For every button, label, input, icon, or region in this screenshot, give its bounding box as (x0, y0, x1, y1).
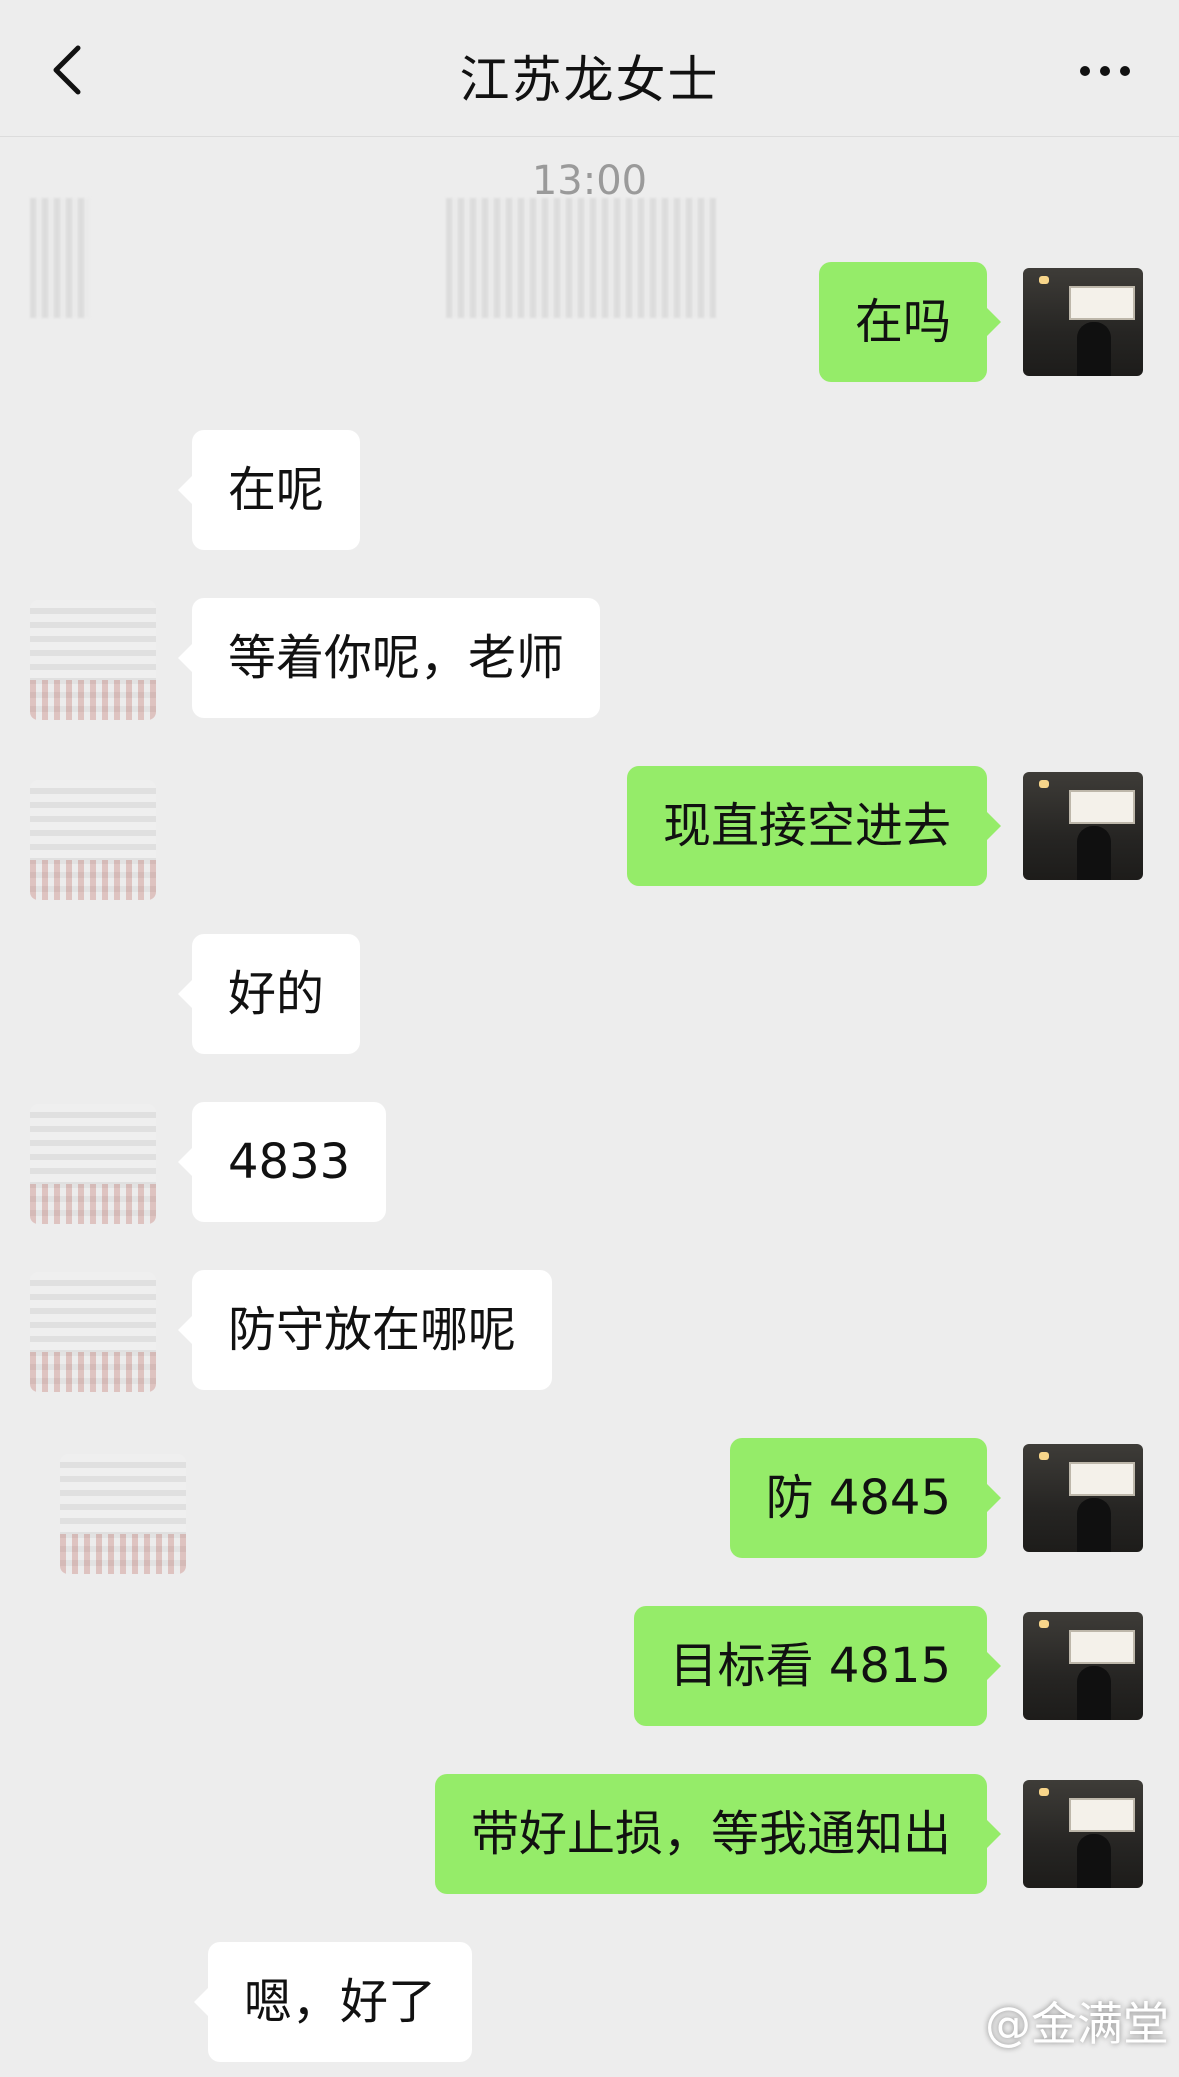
lamp-icon (1039, 1620, 1049, 1628)
person-silhouette (1077, 1666, 1111, 1720)
message-text: 防 4845 (765, 1470, 951, 1526)
person-silhouette (1077, 1834, 1111, 1888)
incoming-message[interactable]: 4833 (177, 1102, 387, 1222)
avatar-sign (1069, 790, 1135, 824)
lamp-icon (1039, 276, 1049, 284)
chat-header: 江苏龙女士 (0, 0, 1179, 137)
avatar-sign (1069, 1462, 1135, 1496)
outgoing-message[interactable]: 防 4845 (729, 1438, 1002, 1558)
message-text: 防守放在哪呢 (228, 1302, 517, 1358)
incoming-message[interactable]: 在呢 (177, 430, 361, 550)
lamp-icon (1039, 1788, 1049, 1796)
message-text: 在呢 (228, 462, 325, 518)
contact-avatar[interactable] (30, 780, 156, 900)
outgoing-message[interactable]: 目标看 4815 (633, 1606, 1002, 1726)
person-silhouette (1077, 826, 1111, 880)
outgoing-message[interactable]: 现直接空进去 (626, 766, 1002, 886)
contact-avatar[interactable] (60, 1454, 186, 1574)
avatar-sign (1069, 1798, 1135, 1832)
message-text: 等着你呢，老师 (228, 630, 565, 686)
contact-avatar[interactable] (30, 600, 156, 720)
avatar-sign (1069, 1630, 1135, 1664)
message-text: 嗯，好了 (244, 1974, 437, 2030)
my-avatar[interactable] (1023, 772, 1143, 880)
incoming-message[interactable]: 好的 (177, 934, 361, 1054)
outgoing-message[interactable]: 带好止损，等我通知出 (434, 1774, 1002, 1894)
avatar-sign (1069, 286, 1135, 320)
person-silhouette (1077, 322, 1111, 376)
blurred-system-notice (446, 198, 716, 318)
lamp-icon (1039, 780, 1049, 788)
message-text: 好的 (228, 966, 325, 1022)
message-text: 在吗 (854, 294, 951, 350)
my-avatar[interactable] (1023, 268, 1143, 376)
lamp-icon (1039, 1452, 1049, 1460)
my-avatar[interactable] (1023, 1780, 1143, 1888)
my-avatar[interactable] (1023, 1444, 1143, 1552)
more-options-button[interactable] (1075, 56, 1135, 86)
message-text: 目标看 4815 (669, 1638, 951, 1694)
watermark: @金满堂 (985, 1997, 1169, 2051)
incoming-message[interactable]: 等着你呢，老师 (177, 598, 601, 718)
contact-avatar[interactable] (30, 1272, 156, 1392)
person-silhouette (1077, 1498, 1111, 1552)
my-avatar[interactable] (1023, 1612, 1143, 1720)
more-icon (1080, 66, 1130, 76)
message-text: 现直接空进去 (662, 798, 951, 854)
contact-avatar[interactable] (30, 1104, 156, 1224)
blurred-system-notice (30, 198, 90, 318)
incoming-message[interactable]: 防守放在哪呢 (177, 1270, 553, 1390)
incoming-message[interactable]: 嗯，好了 (193, 1942, 473, 2062)
message-text: 4833 (228, 1134, 351, 1190)
message-text: 带好止损，等我通知出 (470, 1806, 951, 1862)
outgoing-message[interactable]: 在吗 (818, 262, 1002, 382)
chat-title: 江苏龙女士 (459, 51, 720, 109)
